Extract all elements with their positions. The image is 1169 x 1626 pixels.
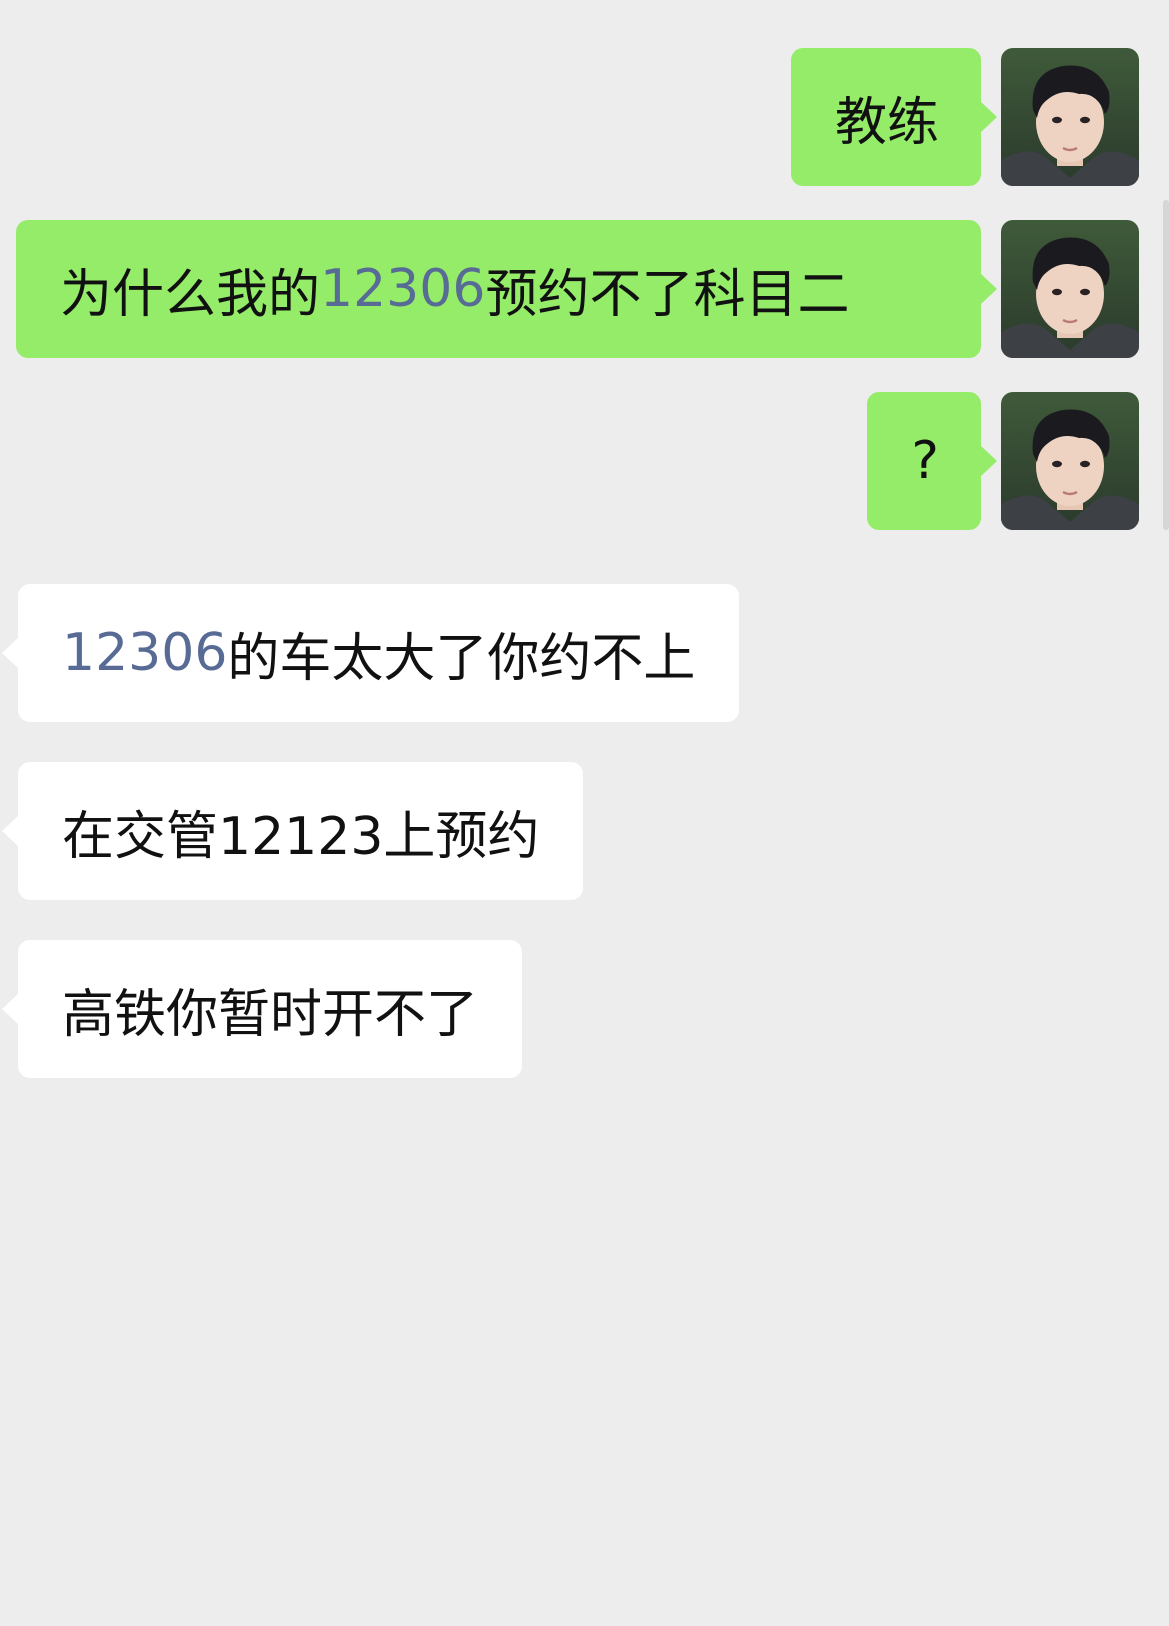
avatar-photo-icon: [1001, 392, 1139, 530]
message-bubble-incoming[interactable]: 在交管12123上预约: [1, 762, 584, 900]
message-row-2: 为什么我的 12306 预约不了科目二: [0, 220, 1169, 358]
message-bubble-incoming[interactable]: 高铁你暂时开不了: [1, 940, 523, 1078]
avatar[interactable]: [1001, 220, 1139, 358]
message-text: 教练: [834, 92, 939, 153]
avatar[interactable]: [1001, 48, 1139, 186]
avatar[interactable]: [1001, 392, 1139, 530]
message-text: 预约不了科目二: [485, 264, 850, 325]
message-row-4: 12306 的车太大了你约不上: [0, 584, 1169, 722]
message-text: 的车太大了你约不上: [227, 628, 696, 689]
message-row-3: ?: [0, 392, 1169, 530]
message-text: 在交管12123上预约: [62, 806, 540, 867]
message-bubble-outgoing[interactable]: ?: [867, 392, 997, 530]
message-text: ?: [911, 431, 939, 491]
message-bubble-incoming[interactable]: 12306 的车太大了你约不上: [1, 584, 740, 722]
phone-number-link[interactable]: 12306: [62, 623, 227, 683]
avatar-photo-icon: [1001, 48, 1139, 186]
avatar-photo-icon: [1001, 220, 1139, 358]
message-text: 为什么我的: [60, 264, 321, 325]
message-row-6: 高铁你暂时开不了: [0, 940, 1169, 1078]
chat-area: 教练 为什么我的 12306 预约不了科目二 ? 12306 的车太大了你约不上…: [0, 0, 1169, 1626]
message-bubble-outgoing[interactable]: 为什么我的 12306 预约不了科目二: [16, 220, 997, 358]
message-row-5: 在交管12123上预约: [0, 762, 1169, 900]
message-text: 高铁你暂时开不了: [62, 984, 479, 1045]
message-bubble-outgoing[interactable]: 教练: [790, 48, 998, 186]
phone-number-link[interactable]: 12306: [320, 259, 485, 319]
scrollbar[interactable]: [1163, 200, 1169, 530]
message-row-1: 教练: [0, 48, 1169, 186]
